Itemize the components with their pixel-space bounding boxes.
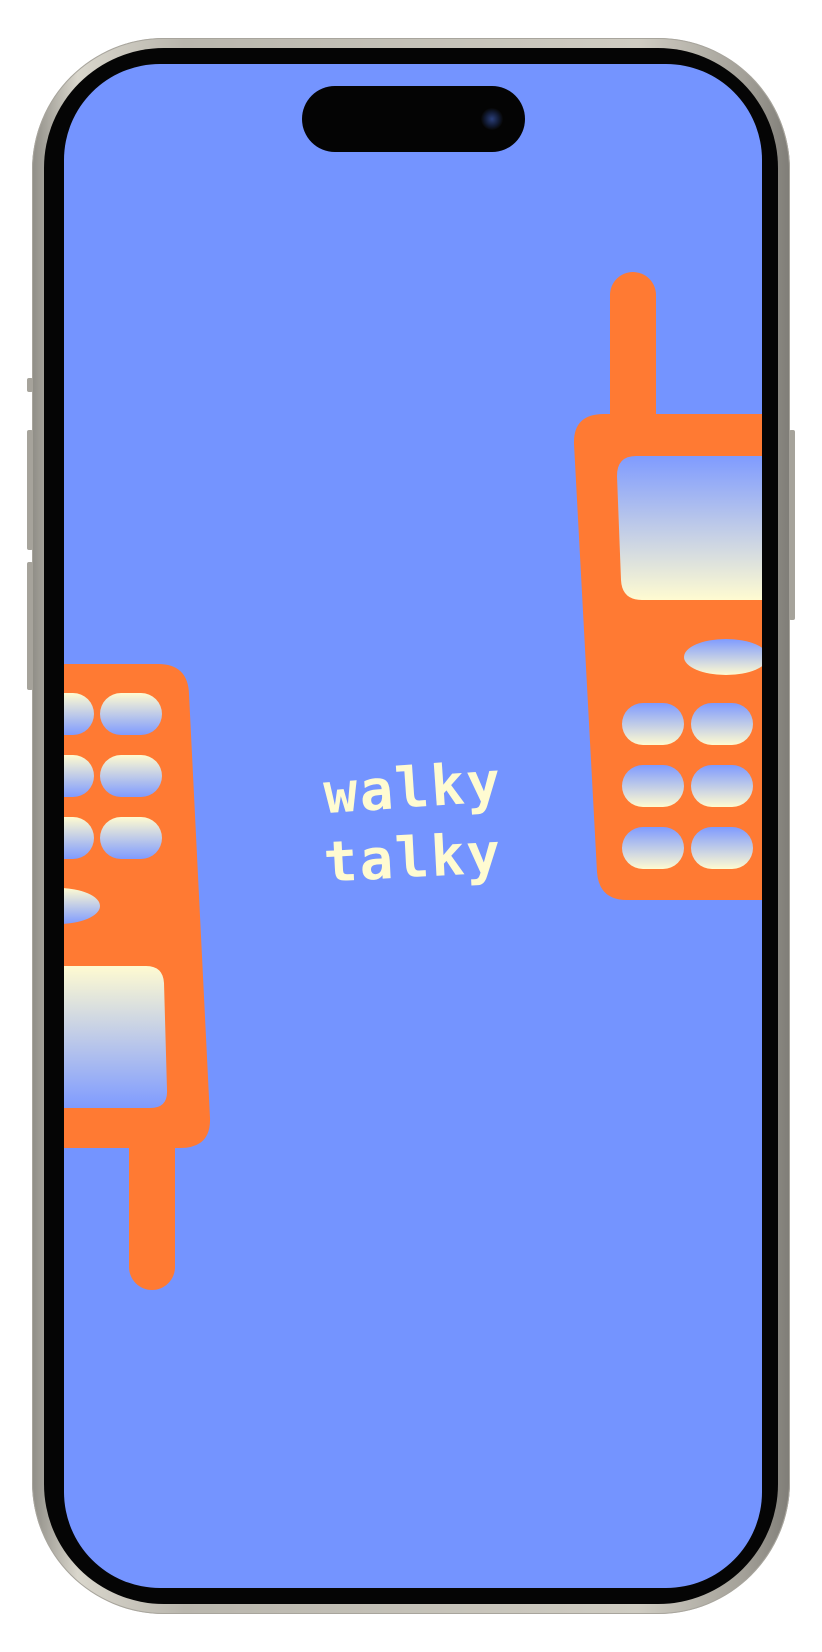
- radio-screen-right: [617, 456, 762, 600]
- volume-up-button[interactable]: [27, 430, 33, 550]
- power-button[interactable]: [789, 430, 795, 620]
- volume-down-button[interactable]: [27, 562, 33, 690]
- wallpaper-title: walky talky: [64, 750, 762, 896]
- lock-screen-wallpaper: walky talky: [64, 64, 762, 1588]
- action-button[interactable]: [27, 378, 33, 392]
- front-camera-icon: [481, 108, 503, 130]
- radio-screen-left: [64, 966, 168, 1108]
- key-left-2: [100, 693, 162, 735]
- dynamic-island[interactable]: [302, 86, 525, 152]
